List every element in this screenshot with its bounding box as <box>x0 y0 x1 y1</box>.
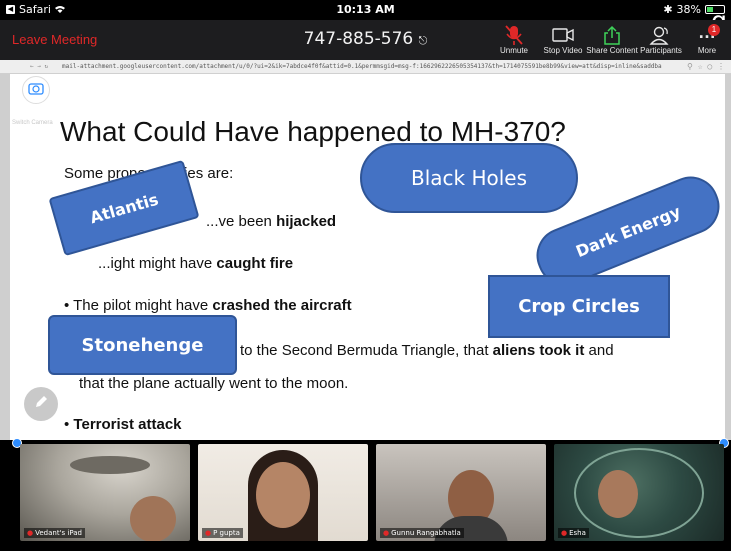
more-button[interactable]: … 1 More <box>684 22 730 55</box>
slide-line-hijacked: ...ve been hijacked <box>206 213 337 230</box>
slide-line-fire: ...ight might have caught fire <box>98 255 294 272</box>
more-label: More <box>697 46 717 55</box>
more-badge: 1 <box>708 24 720 36</box>
left-gutter <box>0 74 10 440</box>
mic-muted-icon: ● <box>383 529 390 537</box>
participant-name: ● Esha <box>558 528 589 538</box>
right-gutter <box>725 74 731 440</box>
unmute-button[interactable]: Unmute <box>488 24 540 55</box>
participant-name: ● P gupta <box>202 528 243 538</box>
mic-muted-icon: ● <box>561 529 568 537</box>
switch-camera-icon <box>28 81 44 100</box>
annotation-black-holes[interactable]: Black Holes <box>360 143 578 213</box>
switch-camera-button[interactable] <box>22 76 50 104</box>
annotation-stonehenge[interactable]: Stonehenge <box>48 315 237 375</box>
slide-line-terrorist: • Terrorist attack <box>64 416 182 433</box>
participant-tile[interactable]: ● P gupta <box>198 444 368 541</box>
participant-face <box>256 462 310 528</box>
video-filmstrip: ● Vedant's iPad ● P gupta ● Gunnu Rangabhat… <box>0 438 731 551</box>
participant-face <box>130 496 176 541</box>
browser-tool-icons: ⚲ ☆ ◯ ⋮ <box>687 62 725 71</box>
bluetooth-icon: ✱ <box>663 3 673 16</box>
browser-nav-icons: ← → ↻ <box>30 63 49 70</box>
status-time: 10:13 AM <box>336 3 395 16</box>
participant-name: ● Vedant's iPad <box>24 528 85 538</box>
battery-percent: 38% <box>676 3 701 16</box>
participants-label: Participants <box>640 46 682 55</box>
participant-name: ● Gunnu Rangabhatla <box>380 528 464 538</box>
meeting-id-text: 747-885-576 <box>303 29 414 49</box>
pencil-icon <box>33 394 49 415</box>
lock-icon: ⎋ <box>418 34 428 47</box>
participant-tile[interactable]: ● Esha <box>554 444 724 541</box>
participants-button[interactable]: Participants <box>635 24 687 55</box>
participant-tile[interactable]: ● Gunnu Rangabhatla <box>376 444 546 541</box>
share-icon <box>586 24 638 46</box>
mic-muted-icon: ● <box>205 529 212 537</box>
mic-muted-icon <box>488 24 540 46</box>
annotate-button[interactable] <box>24 387 58 421</box>
mic-muted-icon: ● <box>27 529 34 537</box>
browser-address-bar: ← → ↻ mail-attachment.googleusercontent.… <box>0 60 731 74</box>
stop-video-label: Stop Video <box>543 46 583 55</box>
ceiling-fan-shape <box>70 456 150 474</box>
share-content-button[interactable]: Share Content <box>586 24 638 55</box>
switch-camera-label: Switch Camera <box>12 120 53 126</box>
stop-video-button[interactable]: Stop Video <box>537 24 589 55</box>
video-icon <box>537 24 589 46</box>
shared-screen: ← → ↻ mail-attachment.googleusercontent.… <box>0 60 731 440</box>
unmute-label: Unmute <box>499 46 528 55</box>
browser-url: mail-attachment.googleusercontent.com/at… <box>62 63 662 70</box>
slide-line-moon: that the plane actually went to the moon… <box>79 375 349 392</box>
annotation-crop-circles[interactable]: Crop Circles <box>488 275 670 338</box>
participant-face <box>598 470 638 518</box>
meeting-toolbar: Leave Meeting 747-885-576 ⎋ Unmute Stop … <box>0 20 731 60</box>
participant-tile[interactable]: ● Vedant's iPad <box>20 444 190 541</box>
participants-icon <box>635 24 687 46</box>
share-content-label: Share Content <box>586 46 638 55</box>
virtual-background-ring <box>574 448 704 538</box>
slide-line-crash: • The pilot might have crashed the aircr… <box>64 297 352 314</box>
more-icon: … <box>698 22 716 42</box>
ios-status-bar: ◀ Safari 10:13 AM ✱ 38% <box>0 0 731 20</box>
slide-line-bermuda: to the Second Bermuda Triangle, that ali… <box>240 342 614 359</box>
